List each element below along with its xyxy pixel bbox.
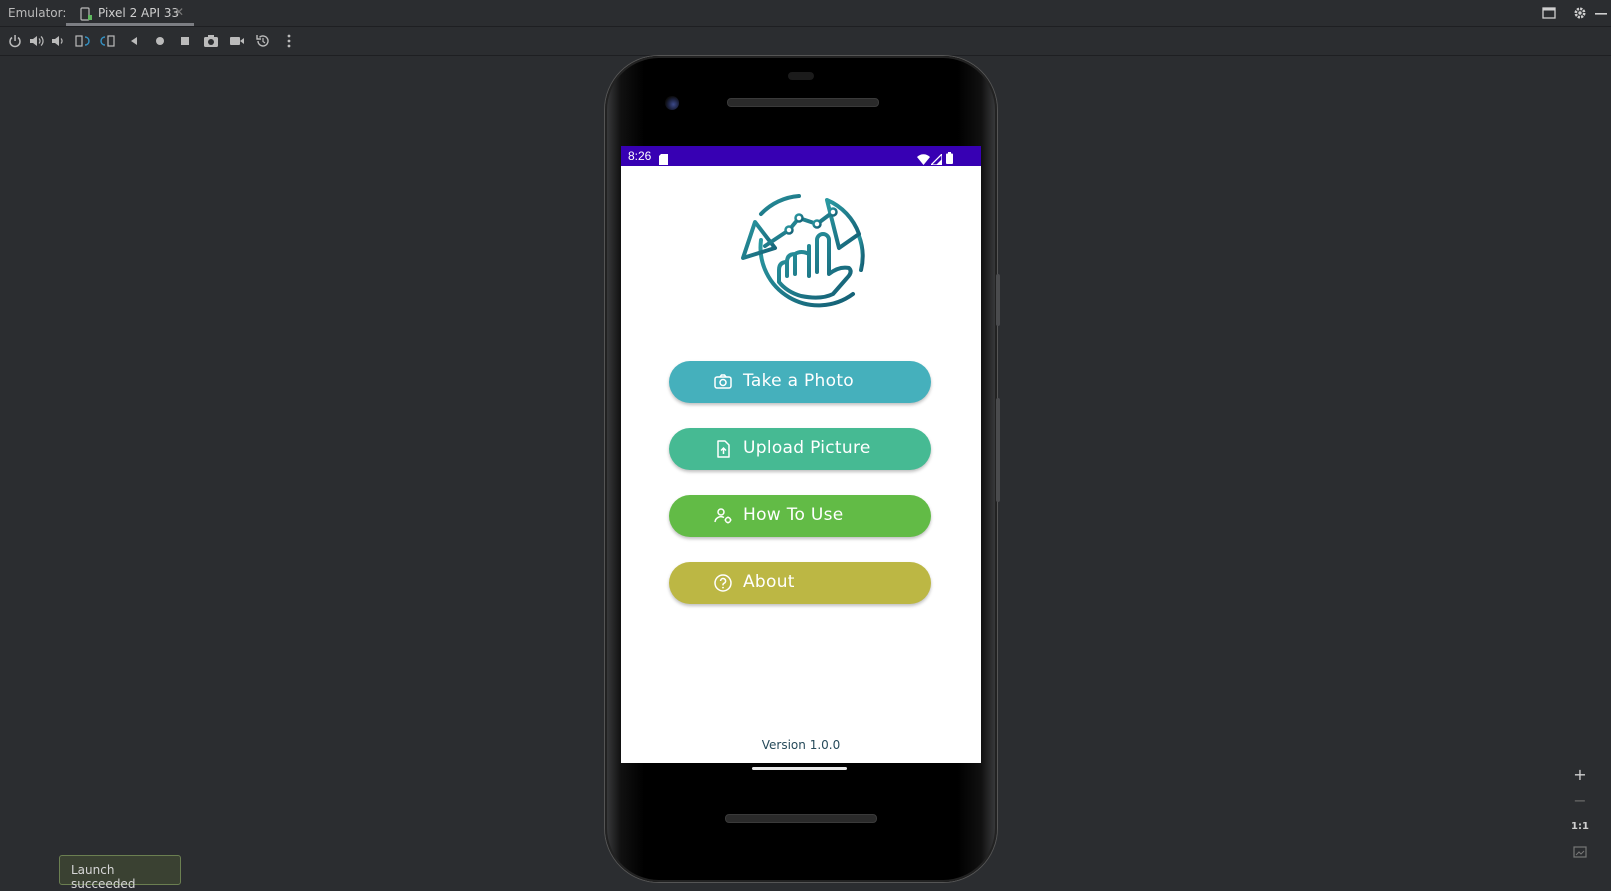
tab-title: Pixel 2 API 33 [98,6,180,20]
camera-icon [713,372,733,392]
close-tab-icon[interactable]: ✕ [174,5,184,19]
front-camera [665,96,679,110]
zoom-out-button[interactable]: − [1567,787,1593,813]
restore-window-icon[interactable] [1539,4,1559,22]
overview-icon[interactable] [176,32,194,50]
about-label: About [743,572,795,592]
version-text: Version 1.0.0 [761,738,841,752]
zoom-controls: + − 1:1 [1567,761,1593,865]
rotate-left-icon[interactable] [73,32,91,50]
more-icon[interactable] [280,32,298,50]
minimize-icon[interactable] [1591,4,1611,22]
zoom-actual-size-button[interactable]: 1:1 [1567,813,1593,839]
about-button[interactable]: About [669,562,931,604]
phone-screen[interactable]: 8:26 Take a Photo Upload Picture How To … [621,146,981,763]
emulator-tab-bar: Emulator: Pixel 2 API 33 ✕ [0,0,1611,27]
emulator-toolbar [0,27,1611,56]
volume-down-icon[interactable] [50,32,68,50]
zoom-fit-screen-icon[interactable] [1567,839,1593,865]
sd-card-icon [659,150,668,169]
wifi-icon [917,150,930,169]
toast-message: Launch succeeded [71,863,136,891]
file-upload-icon [713,439,733,459]
volume-side-button [996,398,1000,502]
how-to-use-button[interactable]: How To Use [669,495,931,537]
status-time: 8:26 [628,149,652,163]
proximity-sensor [788,72,814,80]
home-icon[interactable] [151,32,169,50]
volume-up-icon[interactable] [28,32,46,50]
earpiece-speaker [727,98,879,107]
launch-status-toast: Launch succeeded [59,855,181,891]
take-photo-button[interactable]: Take a Photo [669,361,931,403]
help-circle-icon [713,573,733,593]
emulator-label: Emulator: [8,6,67,20]
upload-picture-button[interactable]: Upload Picture [669,428,931,470]
back-icon[interactable] [125,32,143,50]
take-photo-label: Take a Photo [743,371,855,391]
battery-icon [946,149,953,168]
android-status-bar: 8:26 [621,146,981,166]
settings-gear-icon[interactable] [1570,4,1590,22]
user-settings-icon [713,506,733,526]
pixel-2-device-frame: 8:26 Take a Photo Upload Picture How To … [605,56,1000,882]
cell-signal-icon [929,150,943,169]
power-icon[interactable] [6,32,24,50]
snapshot-icon[interactable] [254,32,272,50]
screen-record-icon[interactable] [228,32,246,50]
power-side-button [996,274,1000,326]
gesture-home-bar[interactable] [752,767,847,770]
upload-picture-label: Upload Picture [743,438,871,458]
screenshot-icon[interactable] [202,32,220,50]
tab-pixel-2-api-33[interactable]: Pixel 2 API 33 ✕ [66,0,194,26]
zoom-in-button[interactable]: + [1567,761,1593,787]
app-logo [735,190,867,322]
bottom-speaker [725,814,877,823]
tab-active-indicator [66,23,194,26]
rotate-right-icon[interactable] [99,32,117,50]
how-to-use-label: How To Use [743,505,844,525]
